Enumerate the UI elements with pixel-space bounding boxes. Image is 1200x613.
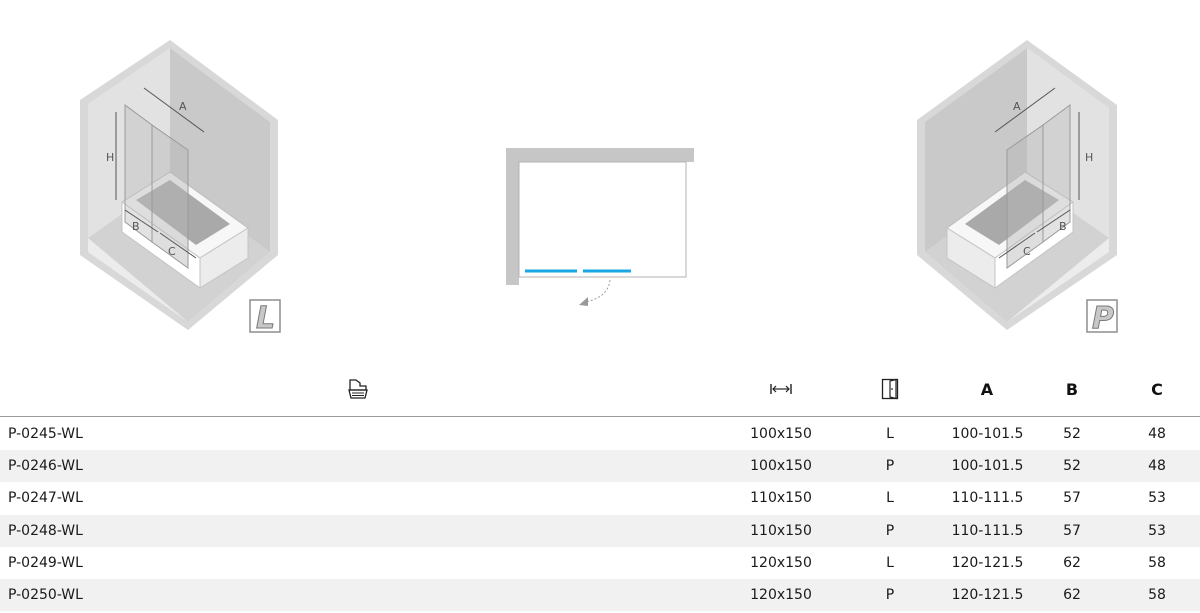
dimension-b-value: 57 [1063, 490, 1081, 507]
dimension-a-value: 100-101.5 [951, 426, 1024, 443]
size-value: 100x150 [750, 458, 812, 475]
dimension-c-value: 53 [1148, 490, 1166, 507]
size-value: 110x150 [750, 522, 812, 539]
door-icon [876, 362, 904, 416]
column-header-b: B [1065, 379, 1079, 399]
dimension-a-value: 110-111.5 [951, 522, 1024, 539]
size-value: 100x150 [750, 426, 812, 443]
dimension-c-value: 48 [1148, 426, 1166, 443]
model-code: P-0245-WL [8, 426, 83, 443]
dimension-a-value: 120-121.5 [951, 587, 1024, 604]
dimension-b-value: 52 [1063, 426, 1081, 443]
table-row: P-0250-WL 120x150 P 120-121.5 62 58 [0, 578, 1200, 612]
right-badge: P [1092, 301, 1114, 336]
dimension-b-label: B [1059, 220, 1067, 233]
model-code: P-0246-WL [8, 458, 83, 475]
dimension-h-label: H [106, 151, 114, 164]
dimension-b-value: 57 [1063, 522, 1081, 539]
side-value: P [885, 522, 895, 539]
table-row: P-0246-WL 100x150 P 100-101.5 52 48 [0, 450, 1200, 483]
left-hand-isometric-diagram: A H B C L [70, 30, 290, 340]
model-code: P-0249-WL [8, 554, 83, 571]
dimension-a-label: A [179, 100, 187, 113]
model-code: P-0248-WL [8, 522, 83, 539]
side-value: P [885, 587, 895, 604]
right-hand-isometric-diagram: A H B C P [905, 30, 1125, 340]
side-value: L [886, 490, 894, 507]
size-value: 120x150 [750, 554, 812, 571]
side-value: L [886, 554, 894, 571]
dimension-a-value: 110-111.5 [951, 490, 1024, 507]
dimension-b-label: B [132, 220, 140, 233]
column-header-c: C [1151, 379, 1163, 399]
column-header-a: A [980, 379, 994, 399]
left-badge: L [256, 301, 275, 336]
dimension-h-label: H [1085, 151, 1093, 164]
dimension-b-value: 62 [1063, 587, 1081, 604]
dimension-c-value: 48 [1148, 458, 1166, 475]
size-value: 110x150 [750, 490, 812, 507]
dimension-a-value: 100-101.5 [951, 458, 1024, 475]
dimension-b-value: 52 [1063, 458, 1081, 475]
table-header: A B C [0, 362, 1200, 417]
width-arrows-icon [766, 362, 796, 416]
side-value: P [885, 458, 895, 475]
table-row: P-0247-WL 110x150 L 110-111.5 57 53 [0, 482, 1200, 514]
dimension-c-value: 58 [1148, 554, 1166, 571]
table-row: P-0249-WL 120x150 L 120-121.5 62 58 [0, 547, 1200, 579]
dimension-a-label: A [1013, 100, 1021, 113]
model-code: P-0250-WL [8, 587, 83, 604]
dimension-c-value: 53 [1148, 522, 1166, 539]
side-value: L [886, 426, 894, 443]
dimension-c-label: C [168, 245, 176, 258]
dimension-c-label: C [1023, 245, 1031, 258]
table-row: P-0245-WL 100x150 L 100-101.5 52 48 [0, 418, 1200, 450]
model-code: P-0247-WL [8, 490, 83, 507]
plan-view-diagram [500, 140, 700, 315]
table-body: P-0245-WL 100x150 L 100-101.5 52 48 P-02… [0, 418, 1200, 612]
table-row: P-0248-WL 110x150 P 110-111.5 57 53 [0, 514, 1200, 547]
dimension-b-value: 62 [1063, 554, 1081, 571]
dimension-c-value: 58 [1148, 587, 1166, 604]
size-value: 120x150 [750, 587, 812, 604]
bathtub-icon [343, 362, 373, 416]
dimension-a-value: 120-121.5 [951, 554, 1024, 571]
